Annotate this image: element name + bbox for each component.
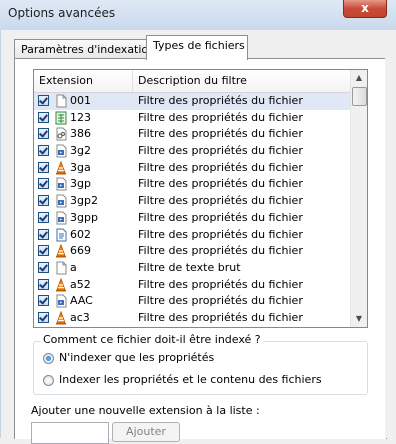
close-button[interactable]: x — [343, 0, 387, 18]
extension-cell: 669 — [70, 244, 91, 258]
scroll-down-icon[interactable]: ▼ — [351, 311, 367, 327]
radio-properties-only-label[interactable]: N'indexer que les propriétés — [59, 351, 214, 364]
index-options-group — [33, 341, 368, 395]
system-file-icon — [54, 127, 68, 141]
extension-cell: 001 — [70, 94, 91, 107]
vlc-cone-icon — [54, 160, 68, 175]
list-item[interactable]: 3g2 Filtre des propriétés du fichier — [34, 143, 350, 160]
description-cell: Filtre des propriétés du fichier — [138, 127, 303, 141]
list-item[interactable]: AAC Filtre des propriétés du fichier — [34, 293, 350, 310]
panel-scrollbar[interactable] — [385, 58, 396, 438]
description-cell: Filtre des propriétés du fichier — [138, 177, 303, 191]
title-bar: Options avancées x — [0, 0, 396, 31]
close-icon: x — [361, 1, 369, 15]
vlc-cone-icon — [54, 243, 68, 258]
checkbox[interactable] — [38, 111, 49, 123]
extension-cell: 3gp — [70, 177, 91, 191]
checkbox[interactable] — [38, 245, 49, 257]
scroll-thumb[interactable] — [352, 87, 367, 106]
extension-cell: 123 — [70, 110, 91, 124]
description-cell: Filtre des propriétés du fichier — [138, 294, 303, 308]
checkbox[interactable] — [38, 128, 49, 140]
list-item[interactable]: 3ga Filtre des propriétés du fichier — [34, 160, 350, 177]
list-item[interactable]: 001 Filtre des propriétés du fichier — [34, 93, 350, 110]
list-item[interactable]: 3gp Filtre des propriétés du fichier — [34, 176, 350, 193]
list-item[interactable]: a52 Filtre des propriétés du fichier — [34, 277, 350, 294]
list-item[interactable]: a Filtre de texte brut — [34, 260, 350, 277]
spreadsheet-file-icon — [54, 111, 68, 125]
checkbox[interactable] — [38, 211, 49, 223]
media-file-icon — [54, 194, 68, 208]
checkbox[interactable] — [38, 95, 49, 106]
extension-cell: a — [70, 260, 77, 274]
extension-cell: AAC — [70, 294, 93, 308]
list-item[interactable]: 123 Filtre des propriétés du fichier — [34, 110, 350, 127]
blank-file-icon — [54, 94, 68, 108]
checkbox[interactable] — [38, 195, 49, 207]
description-cell: Filtre des propriétés du fichier — [138, 277, 303, 291]
list-scrollbar[interactable]: ▲ ▼ — [350, 70, 367, 327]
scroll-up-icon[interactable]: ▲ — [351, 70, 367, 86]
list-item[interactable]: 3gp2 Filtre des propriétés du fichier — [34, 193, 350, 210]
list-item[interactable]: 602 Filtre des propriétés du fichier — [34, 227, 350, 244]
list-item[interactable]: ac3 Filtre des propriétés du fichier — [34, 310, 350, 327]
column-divider[interactable] — [132, 70, 133, 92]
description-cell: Filtre des propriétés du fichier — [138, 194, 303, 208]
radio-properties-and-content-label[interactable]: Indexer les propriétés et le contenu des… — [59, 373, 322, 386]
add-extension-label: Ajouter une nouvelle extension à la list… — [31, 404, 260, 417]
checkbox[interactable] — [38, 178, 49, 190]
document-file-icon — [54, 228, 68, 242]
tab-indexing-settings[interactable]: Paramètres d'indexation — [14, 39, 158, 60]
media-file-icon — [54, 144, 68, 158]
description-cell: Filtre des propriétés du fichier — [138, 227, 303, 241]
extension-cell: a52 — [70, 277, 91, 291]
index-options-legend: Comment ce fichier doit-il être indexé ? — [40, 333, 264, 346]
media-file-icon — [54, 211, 68, 225]
description-cell: Filtre des propriétés du fichier — [138, 244, 303, 258]
checkbox[interactable] — [38, 261, 49, 273]
description-cell: Filtre des propriétés du fichier — [138, 110, 303, 124]
checkbox[interactable] — [38, 278, 49, 290]
extension-cell: 3gpp — [70, 210, 98, 224]
column-header-extension[interactable]: Extension — [39, 74, 93, 87]
list-header: Extension Description du filtre — [34, 70, 350, 93]
new-extension-input[interactable] — [31, 422, 109, 444]
checkbox[interactable] — [38, 311, 49, 323]
list-item[interactable]: 669 Filtre des propriétés du fichier — [34, 243, 350, 260]
extension-cell: 3ga — [70, 160, 91, 174]
list-item[interactable]: 3gpp Filtre des propriétés du fichier — [34, 210, 350, 227]
blank-file-icon — [54, 261, 68, 275]
description-cell: Filtre des propriétés du fichier — [138, 310, 303, 324]
description-cell: Filtre des propriétés du fichier — [138, 94, 303, 107]
tab-file-types[interactable]: Types de fichiers — [146, 35, 248, 60]
description-cell: Filtre des propriétés du fichier — [138, 144, 303, 158]
extension-cell: 3g2 — [70, 144, 91, 158]
vlc-cone-icon — [54, 277, 68, 292]
description-cell: Filtre des propriétés du fichier — [138, 210, 303, 224]
checkbox[interactable] — [38, 228, 49, 240]
checkbox[interactable] — [38, 145, 49, 157]
checkbox[interactable] — [38, 161, 49, 173]
list-rows: 001 Filtre des propriétés du fichier 123 Fi… — [34, 93, 350, 327]
column-header-description[interactable]: Description du filtre — [138, 74, 247, 87]
vlc-cone-icon — [54, 310, 68, 325]
description-cell: Filtre de texte brut — [138, 260, 241, 274]
list-item[interactable]: 386 Filtre des propriétés du fichier — [34, 126, 350, 143]
media-file-icon — [54, 177, 68, 191]
add-button[interactable]: Ajouter — [112, 422, 180, 442]
radio-button-icon[interactable] — [43, 375, 54, 386]
extension-cell: ac3 — [70, 310, 90, 324]
media-file-icon — [54, 294, 68, 308]
checkbox[interactable] — [38, 295, 49, 307]
description-cell: Filtre des propriétés du fichier — [138, 160, 303, 174]
radio-button-icon[interactable] — [43, 353, 54, 364]
window-title: Options avancées — [8, 6, 116, 20]
extension-cell: 3gp2 — [70, 194, 98, 208]
extension-cell: 386 — [70, 127, 91, 141]
file-types-list[interactable]: Extension Description du filtre 001 Filtr… — [33, 69, 368, 328]
extension-cell: 602 — [70, 227, 91, 241]
